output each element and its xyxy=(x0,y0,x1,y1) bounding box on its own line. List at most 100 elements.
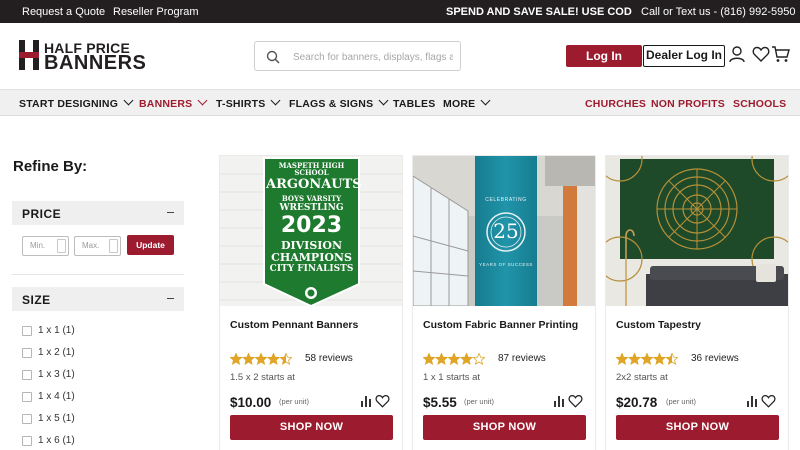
phone-contact[interactable]: Call or Text us - (816) 992-5950 xyxy=(641,6,796,18)
search-input[interactable] xyxy=(293,48,453,66)
reseller-program-link[interactable]: Reseller Program xyxy=(113,6,199,18)
pennant-line: BOYS VARSITY xyxy=(281,194,342,203)
collapse-icon[interactable] xyxy=(167,212,174,213)
product-card-pennant[interactable]: MASPETH HIGH SCHOOL ARGONAUTS BOYS VARSI… xyxy=(219,155,403,450)
product-name[interactable]: Custom Fabric Banner Printing xyxy=(423,319,593,331)
star-fill xyxy=(423,353,435,365)
shop-now-button[interactable]: SHOP NOW xyxy=(423,415,586,440)
nav-item-banners[interactable]: BANNERS xyxy=(139,95,208,110)
top-utility-bar: Request a Quote Reseller Program SPEND A… xyxy=(0,0,800,23)
wishlist-heart-icon[interactable] xyxy=(568,394,583,408)
request-quote-link[interactable]: Request a Quote xyxy=(22,6,105,18)
min-price-input[interactable]: Min. xyxy=(22,236,69,256)
min-price-stepper[interactable] xyxy=(57,239,66,253)
max-price-placeholder: Max. xyxy=(82,241,100,250)
pennant-line: CHAMPIONS xyxy=(271,251,352,264)
star-outline xyxy=(472,353,485,365)
star-fill xyxy=(460,353,473,365)
nav-link-non-profits[interactable]: NON PROFITS xyxy=(651,98,725,110)
user-icon[interactable] xyxy=(728,45,746,63)
product-price: $10.00 xyxy=(230,395,272,410)
nav-label: START DESIGNING xyxy=(19,98,119,110)
checkbox[interactable] xyxy=(22,436,32,446)
shop-now-button[interactable]: SHOP NOW xyxy=(230,415,393,440)
refine-heading: Refine By: xyxy=(13,158,88,175)
size-filter-header[interactable]: SIZE xyxy=(12,287,184,311)
price-unit: (per unit) xyxy=(279,397,310,406)
checkbox[interactable] xyxy=(22,326,32,336)
size-option-label: 1 x 5 (1) xyxy=(38,413,75,424)
banner-number-text: 25 xyxy=(493,219,519,243)
product-image-tapestry[interactable] xyxy=(606,156,788,306)
nav-item-flags-signs[interactable]: FLAGS & SIGNS xyxy=(289,95,389,110)
nav-link-churches[interactable]: CHURCHES xyxy=(585,98,646,110)
pennant-line: WRESTLING xyxy=(279,203,344,213)
nav-item-t-shirts[interactable]: T-SHIRTS xyxy=(216,95,281,110)
min-price-placeholder: Min. xyxy=(30,241,46,250)
star-fill xyxy=(435,353,448,365)
nav-link-schools[interactable]: SCHOOLS xyxy=(733,98,786,110)
chevron-down-icon xyxy=(270,95,281,106)
nav-item-tables[interactable]: TABLES xyxy=(393,98,435,110)
cart-icon[interactable] xyxy=(771,45,790,63)
wishlist-heart-icon[interactable] xyxy=(761,394,776,408)
heart-icon[interactable] xyxy=(752,45,770,63)
banner-bottom-text: YEARS OF SUCCESS xyxy=(479,262,533,267)
chevron-down-icon xyxy=(197,95,208,106)
checkbox[interactable] xyxy=(22,370,32,380)
search-icon[interactable] xyxy=(266,50,280,64)
max-price-input[interactable]: Max. xyxy=(74,236,121,256)
chevron-down-icon xyxy=(123,95,134,106)
max-price-stepper[interactable] xyxy=(109,239,118,253)
pennant-line: DIVISION xyxy=(280,239,343,252)
product-name[interactable]: Custom Pennant Banners xyxy=(230,319,400,331)
product-card-tapestry[interactable]: Custom Tapestry 36 reviews 2x2 starts at… xyxy=(605,155,789,450)
price-unit: (per unit) xyxy=(464,397,495,406)
size-option-label: 1 x 1 (1) xyxy=(38,325,75,336)
checkbox[interactable] xyxy=(22,414,32,424)
price-filter-title: PRICE xyxy=(22,207,62,221)
compare-icon[interactable] xyxy=(747,396,757,407)
chevron-down-icon xyxy=(378,95,389,106)
search-box xyxy=(254,41,461,71)
compare-icon[interactable] xyxy=(361,396,371,407)
dealer-login-button[interactable]: Dealer Log In xyxy=(643,45,725,67)
checkbox[interactable] xyxy=(22,348,32,358)
compare-icon[interactable] xyxy=(554,396,564,407)
banner-top-text: CELEBRATING xyxy=(485,197,527,203)
chevron-down-icon xyxy=(480,95,491,106)
product-name[interactable]: Custom Tapestry xyxy=(616,319,786,331)
star-fill xyxy=(230,353,242,365)
logo-text-line2: BANNERS xyxy=(44,52,147,74)
product-image-fabric-banner[interactable]: CELEBRATING 25 YEARS OF SUCCESS xyxy=(413,156,595,306)
price-filter-header[interactable]: PRICE xyxy=(12,201,184,225)
star-rating-icon xyxy=(423,353,485,365)
collapse-icon[interactable] xyxy=(167,298,174,299)
star-fill xyxy=(628,353,641,365)
size-filter-title: SIZE xyxy=(22,293,51,307)
star-fill xyxy=(255,353,267,365)
nav-item-more[interactable]: MORE xyxy=(443,95,491,110)
review-count[interactable]: 87 reviews xyxy=(498,353,546,364)
size-option-label: 1 x 3 (1) xyxy=(38,369,75,380)
price-unit: (per unit) xyxy=(666,397,697,406)
size-option-label: 1 x 2 (1) xyxy=(38,347,75,358)
product-card-fabric-banner[interactable]: CELEBRATING 25 YEARS OF SUCCESS Custom F… xyxy=(412,155,596,450)
review-count[interactable]: 58 reviews xyxy=(305,353,353,364)
login-button[interactable]: Log In xyxy=(566,45,642,67)
product-image-pennant[interactable]: MASPETH HIGH SCHOOL ARGONAUTS BOYS VARSI… xyxy=(220,156,402,306)
wishlist-heart-icon[interactable] xyxy=(375,394,390,408)
shop-now-button[interactable]: SHOP NOW xyxy=(616,415,779,440)
site-logo[interactable]: HALF PRICE BANNERS xyxy=(19,40,147,74)
checkbox[interactable] xyxy=(22,392,32,402)
star-fill xyxy=(448,353,460,365)
star-fill xyxy=(653,353,666,365)
nav-item-start-designing[interactable]: START DESIGNING xyxy=(19,95,134,110)
pennant-line: ARGONAUTS xyxy=(266,177,362,192)
star-fill xyxy=(641,353,653,365)
review-count[interactable]: 36 reviews xyxy=(691,353,739,364)
update-price-button[interactable]: Update xyxy=(127,235,174,255)
product-price: $20.78 xyxy=(616,395,658,410)
star-fill xyxy=(242,353,255,365)
starts-at-text: 2x2 starts at xyxy=(616,372,668,383)
